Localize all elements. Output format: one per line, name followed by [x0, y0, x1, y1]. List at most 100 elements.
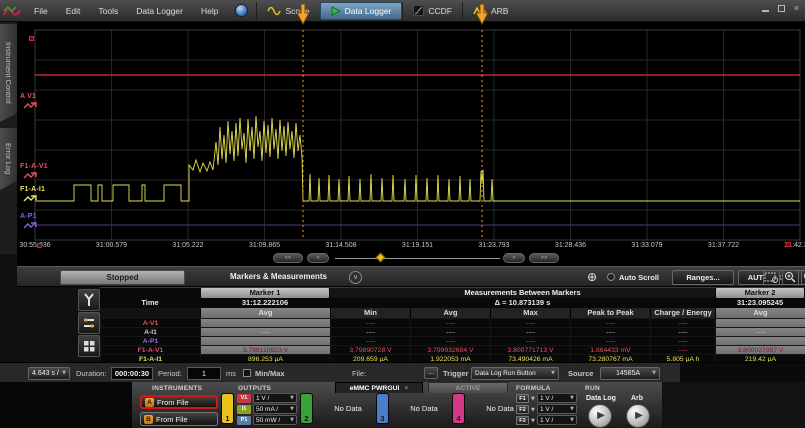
scroll-first-button[interactable]: << — [273, 253, 303, 263]
grid-view-button[interactable] — [78, 335, 100, 357]
app-window: File Edit Tools Data Logger Help Scope D… — [0, 0, 805, 428]
file-browse-button[interactable]: ... — [424, 367, 438, 379]
view-dropdown-icon[interactable]: ∨ — [349, 271, 362, 284]
scroll-handle[interactable] — [376, 253, 386, 263]
sidebar-tab-error-log[interactable]: Error Log — [0, 128, 17, 190]
scroll-prev-button[interactable]: < — [307, 253, 329, 263]
instrument-a-button[interactable]: A From File — [140, 395, 218, 409]
formula-f1-badge: F1 — [516, 394, 529, 403]
p1-scale-select[interactable]: 50 mW /▼ — [253, 415, 297, 425]
formula-f3-select[interactable]: 1 V /▼ — [537, 415, 577, 425]
col-header-avg: Avg — [410, 308, 490, 318]
menu-edit[interactable]: Edit — [57, 0, 90, 22]
table-row: A-P1 ---------------------------- — [100, 336, 805, 345]
zoom-in-button[interactable] — [782, 270, 799, 285]
restore-button[interactable] — [778, 5, 785, 12]
chevron-down-icon: ▼ — [652, 370, 656, 376]
scroll-next-button[interactable]: > — [503, 253, 525, 263]
tab-data-logger-label: Data Logger — [345, 6, 392, 16]
tab-scope[interactable]: Scope — [256, 2, 319, 20]
wrench-icon — [82, 293, 96, 307]
channel-3-bar: 3 — [376, 393, 389, 424]
between-markers-header: Measurements Between Markers — [330, 288, 715, 298]
chart-area[interactable]: 30:55.93631:00.57931:05.22231:09.86531:1… — [17, 22, 805, 254]
time-scrollbar[interactable]: << < > >> — [17, 252, 805, 266]
scroll-track[interactable] — [335, 258, 500, 259]
instrument-b-badge: B — [144, 415, 153, 424]
marker1-time: 31:12.222106 — [200, 298, 330, 308]
active-tab[interactable]: ACTIVE — [428, 382, 508, 393]
chart-plot[interactable] — [17, 22, 805, 254]
tab-arb[interactable]: ARB — [462, 2, 518, 20]
chart-toolbar: Stopped Markers & Measurements ∨ ⊕ Auto … — [17, 266, 805, 287]
scroll-last-button[interactable]: >> — [529, 253, 559, 263]
marker-2-handle[interactable] — [476, 4, 488, 25]
play-icon — [331, 6, 341, 16]
sidebar-tab-instrument-control[interactable]: Instrument Control — [0, 24, 17, 122]
i1-badge: I1 — [237, 405, 251, 414]
source-label: Source — [568, 369, 593, 378]
instrument-connect-icon[interactable] — [235, 4, 248, 17]
pan-icon[interactable]: ⊕ — [587, 270, 597, 284]
x-tick-label: 31:09.865 — [235, 242, 295, 249]
marker2-time: 31:23.095245 — [715, 298, 805, 308]
arb-run-button[interactable]: ▶ — [626, 404, 650, 428]
v1-badge: V1 — [237, 394, 251, 403]
table-row: A-V1 ---------------------------- — [100, 318, 805, 327]
minmax-checkbox[interactable] — [243, 369, 251, 377]
run-state-button[interactable]: Stopped — [60, 270, 185, 285]
minmax-label: Min/Max — [255, 369, 285, 378]
zoom-box-button[interactable] — [763, 270, 780, 285]
tab-data-logger[interactable]: Data Logger — [320, 2, 403, 20]
period-unit: ms — [226, 369, 236, 378]
zoom-out-button[interactable] — [801, 270, 805, 285]
menu-tools[interactable]: Tools — [89, 0, 127, 22]
measurements-table: Marker 1 Measurements Between Markers Ma… — [100, 287, 805, 362]
channel-1-bar: 1 — [221, 393, 234, 424]
auto-scroll-checkbox[interactable] — [607, 273, 615, 281]
channel-label-a-p1: A-P1 — [20, 213, 37, 220]
i1-scale-select[interactable]: 50 mA /▼ — [253, 404, 297, 414]
instrument-b-button[interactable]: B From File — [140, 412, 218, 426]
x-tick-label: 31:33.079 — [617, 242, 677, 249]
trigger-label: Trigger — [443, 369, 468, 378]
menu-data-logger[interactable]: Data Logger — [127, 0, 192, 22]
x-tick-label: 31:14.508 — [311, 242, 371, 249]
marker-tools-button[interactable] — [78, 289, 100, 311]
ranges-button[interactable]: Ranges... — [672, 270, 734, 285]
channel-label-f1-a-i1: F1-A-I1 — [20, 186, 45, 193]
menu-help[interactable]: Help — [192, 0, 227, 22]
menu-file[interactable]: File — [25, 0, 57, 22]
col-header-charge-energy: Charge / Energy — [650, 308, 715, 318]
channel-label-f1-a-v1: F1-A-V1 — [20, 163, 48, 170]
tools-icon — [82, 316, 96, 330]
close-button[interactable]: × — [794, 3, 799, 13]
col-header-peak-to-peak: Peak to Peak — [570, 308, 650, 318]
auto-scroll-label: Auto Scroll — [619, 273, 659, 282]
channel-marker-arrow-icon — [23, 195, 39, 203]
minimize-button[interactable] — [762, 5, 769, 12]
marker-1-handle[interactable] — [297, 4, 309, 25]
view-selector-label: Markers & Measurements — [230, 272, 327, 281]
data-log-run-button[interactable]: ▶ — [588, 404, 612, 428]
close-tab-icon[interactable]: × — [404, 385, 408, 392]
period-input[interactable]: 1 — [187, 367, 221, 380]
instrument-a-badge: A — [145, 398, 154, 407]
timebase-select[interactable]: 4.643 s /▼ — [28, 367, 70, 380]
session-tab[interactable]: eMMC PWRGUI× — [335, 382, 423, 393]
channel-marker-arrow-icon — [23, 172, 39, 180]
trigger-select[interactable]: Data Log Run Button▼ — [471, 367, 559, 380]
formula-f2-select[interactable]: 1 V /▼ — [537, 404, 577, 414]
status-bar: 4.643 s /▼ Duration: 000:00:30 Period: 1… — [0, 362, 805, 382]
status-bar-spacer — [680, 363, 805, 383]
v1-scale-select[interactable]: 1 V /▼ — [253, 393, 297, 403]
marker2-header: Marker 2 — [716, 288, 804, 298]
run-header: RUN — [585, 385, 600, 392]
channel-2-bar: 2 — [300, 393, 313, 424]
measurement-tools-button[interactable] — [78, 312, 100, 334]
data-edge-mark — [37, 243, 42, 248]
table-row: F1-A-V1 3.799110923 V3.79890728 V3.79993… — [100, 345, 805, 354]
tab-ccdf[interactable]: CCDF — [402, 2, 462, 20]
formula-f1-select[interactable]: 1 V /▼ — [537, 393, 577, 403]
source-select[interactable]: 14585A▼ — [600, 367, 660, 380]
